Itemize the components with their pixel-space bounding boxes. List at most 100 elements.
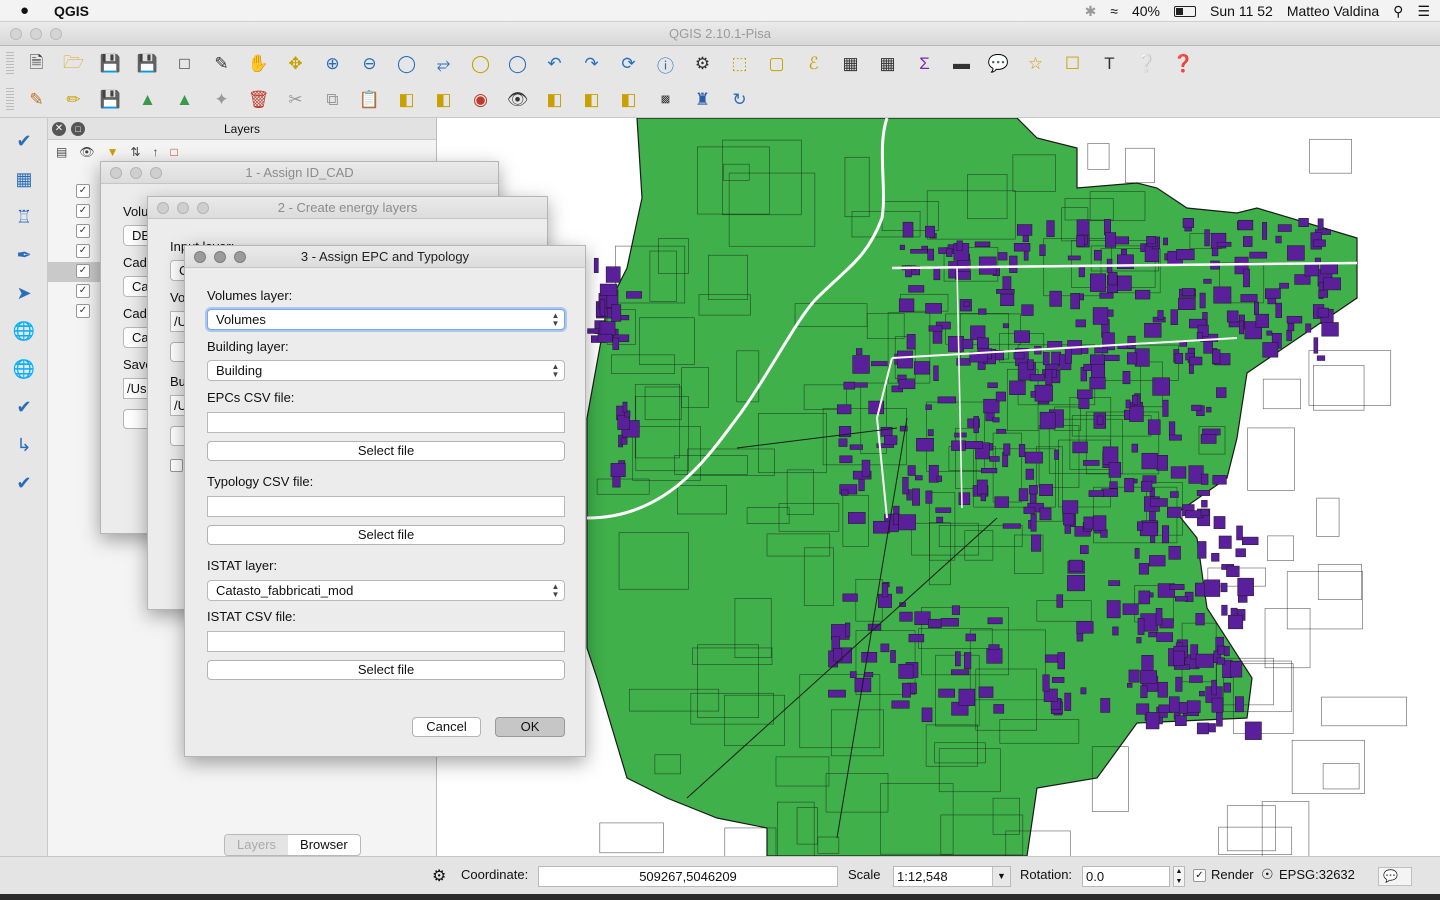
toolbar-grip[interactable] [6,52,14,76]
window-minimize-button[interactable] [30,28,42,40]
pan-map-icon[interactable]: ✋ [246,51,272,77]
ok-button[interactable]: OK [495,717,565,737]
clock[interactable]: Sun 11 52 [1210,3,1273,19]
epcs-csv-field[interactable] [207,412,565,433]
volumes-layer-select[interactable]: Volumes ▲ ▼ [207,309,565,330]
tab-layers[interactable]: Layers [225,835,289,855]
new-shapefile-layer-icon[interactable]: ✔ [9,468,39,498]
dialog-zoom-button[interactable] [234,251,246,263]
layer-visibility-checkbox[interactable]: ✓ [76,204,90,218]
field-calculator-icon[interactable]: ▦ [875,51,901,77]
zoom-full-icon[interactable]: ⥂ [431,51,457,77]
typology-select-file-button[interactable]: Select file [207,525,565,545]
app-menu[interactable]: QGIS [54,3,89,19]
close-panel-icon[interactable]: ✕ [52,122,66,136]
messages-icon[interactable]: 💬 [1378,867,1412,886]
collapse-all-icon[interactable]: ↑ [153,145,159,159]
label-tool-icon[interactable]: ◧ [394,87,420,113]
show-hide-labels-icon[interactable]: 👁 [505,87,531,113]
move-feature-icon[interactable]: ▲ [172,87,198,113]
add-delimited-text-icon[interactable]: ↳ [9,430,39,460]
composer-manager-icon[interactable]: ✎ [209,51,235,77]
zoom-to-layer-icon[interactable]: ◯ [505,51,531,77]
apple-menu-icon[interactable]: ● [20,2,36,19]
toggle-editing-icon[interactable]: ✏ [61,87,87,113]
dialog-close-button[interactable] [194,251,206,263]
select-by-expression-icon[interactable]: ℰ [801,51,827,77]
expand-all-icon[interactable]: ⇅ [130,145,140,159]
map-canvas[interactable] [437,118,1440,856]
notification-center-icon[interactable]: ☰ [1417,3,1430,20]
filter-legend-icon[interactable]: ▼ [107,145,119,159]
measure-line-icon[interactable]: ▬ [949,51,975,77]
tab-browser[interactable]: Browser [288,835,360,855]
bluetooth-icon[interactable]: ✱ [1085,3,1097,20]
run-feature-action-icon[interactable]: ⚙ [690,51,716,77]
identify-features-icon[interactable]: ⓘ [653,51,679,77]
layer-visibility-checkbox[interactable]: ✓ [76,284,90,298]
deselect-features-icon[interactable]: ▢ [764,51,790,77]
cancel-button[interactable]: Cancel [412,717,481,737]
save-as-icon[interactable]: 💾 [135,51,161,77]
dialog-zoom-button[interactable] [150,167,162,179]
wifi-icon[interactable]: ≈ [1110,3,1118,19]
open-project-icon[interactable]: 🗁 [61,51,87,77]
coordinate-field[interactable]: 509267,5046209 [538,866,838,887]
add-wcs-layer-icon[interactable]: 🌐 [9,354,39,384]
add-feature-icon[interactable]: ▲ [135,87,161,113]
show-bookmarks-icon[interactable]: ☐ [1060,51,1086,77]
map-tips-icon[interactable]: 💬 [986,51,1012,77]
crs-globe-icon[interactable]: ☉ [1261,866,1274,883]
cut-features-icon[interactable]: ✂ [283,87,309,113]
istat-csv-field[interactable] [207,631,565,652]
layer-visibility-checkbox[interactable]: ✓ [76,244,90,258]
new-project-icon[interactable]: 🗎 [24,51,50,77]
istat-select-file-button[interactable]: Select file [207,660,565,680]
copy-features-icon[interactable]: ⧉ [320,87,346,113]
battery-percent[interactable]: 40% [1132,3,1160,19]
option-checkbox[interactable] [170,459,183,472]
crs-status[interactable]: EPSG:32632 [1279,867,1355,882]
epcs-select-file-button[interactable]: Select file [207,441,565,461]
save-layer-edits-icon[interactable]: 💾 [98,87,124,113]
node-tool-icon[interactable]: ✦ [209,87,235,113]
zoom-last-icon[interactable]: ↶ [542,51,568,77]
add-group-icon[interactable]: ▤ [56,145,67,159]
toggle-extents-icon[interactable]: ⚙ [432,866,446,886]
help-contents-icon[interactable]: ❔ [1134,51,1160,77]
zoom-in-icon[interactable]: ⊕ [320,51,346,77]
csw-client-icon[interactable]: ▩ [653,87,679,113]
window-zoom-button[interactable] [50,28,62,40]
add-vector-layer-icon[interactable]: ✔ [9,126,39,156]
layer-visibility-checkbox[interactable]: ✓ [76,184,90,198]
save-project-icon[interactable]: 💾 [98,51,124,77]
zoom-next-icon[interactable]: ↷ [579,51,605,77]
rotation-field[interactable]: 0.0 [1082,866,1170,887]
dialog-close-button[interactable] [110,167,122,179]
paste-features-icon[interactable]: 📋 [357,87,383,113]
zoom-native-icon[interactable]: ◯ [394,51,420,77]
dialog-minimize-button[interactable] [214,251,226,263]
remove-layer-icon[interactable]: □ [171,145,178,159]
float-panel-icon[interactable]: □ [71,122,85,136]
move-label-icon[interactable]: ◧ [542,87,568,113]
pan-to-selection-icon[interactable]: ✥ [283,51,309,77]
new-bookmark-icon[interactable]: ☆ [1023,51,1049,77]
statistical-summary-icon[interactable]: Σ [912,51,938,77]
open-attribute-table-icon[interactable]: ▦ [838,51,864,77]
dialog-minimize-button[interactable] [177,202,189,214]
add-postgis-layer-icon[interactable]: ♖ [9,202,39,232]
layer-visibility-checkbox[interactable]: ✓ [76,224,90,238]
delete-selected-icon[interactable]: 🗑 [246,87,272,113]
building-layer-select[interactable]: Building ▲ ▼ [207,360,565,381]
add-mssql-layer-icon[interactable]: ➤ [9,278,39,308]
new-print-composer-icon[interactable]: □ [172,51,198,77]
toolbar-grip[interactable] [6,87,14,112]
istat-layer-select[interactable]: Catasto_fabbricati_mod ▲ ▼ [207,580,565,601]
dialog-close-button[interactable] [157,202,169,214]
typology-csv-field[interactable] [207,496,565,517]
plugin-reload-icon[interactable]: ↻ [727,87,753,113]
render-checkbox[interactable]: ✓ [1193,869,1206,882]
zoom-to-selection-icon[interactable]: ◯ [468,51,494,77]
select-features-icon[interactable]: ⬚ [727,51,753,77]
